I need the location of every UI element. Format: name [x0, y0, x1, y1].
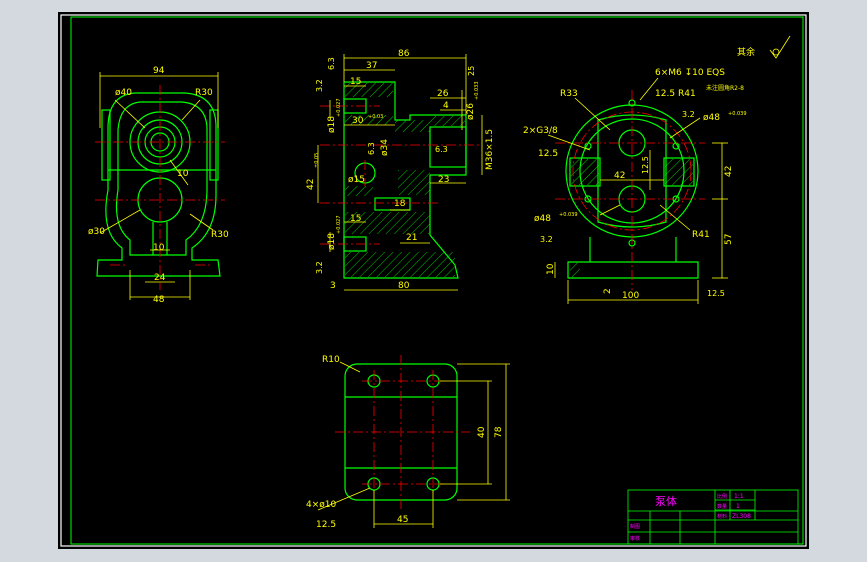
rough-5: 6.3	[367, 142, 376, 155]
dim-40: 40	[477, 426, 487, 438]
note-r41a: R41	[678, 89, 696, 99]
dim-21: 21	[406, 233, 417, 243]
note-tol48b: +0.039	[559, 212, 578, 218]
drawing-number: ZL308	[732, 513, 751, 520]
dim-42h: 42	[614, 171, 625, 181]
note-pipe-rough: 12.5	[538, 149, 558, 159]
tol-26: +0.033	[474, 81, 480, 100]
tol-18a: +0.027	[336, 98, 342, 117]
tol-42: ±0.05	[314, 153, 320, 168]
dim-26: 26	[437, 89, 449, 99]
note-holes: 6×M6 ↧10 EQS	[655, 68, 725, 78]
rough-6: 6.3	[435, 145, 448, 154]
label-scale: 比例	[717, 493, 727, 500]
dim-bore26: ø26	[466, 103, 476, 120]
dim-57: 57	[724, 234, 734, 245]
note-bore48b: ø48	[534, 214, 551, 224]
dim-rough: 12.5	[316, 520, 336, 530]
dim-42: 42	[306, 179, 316, 190]
dim-holes: 4×ø10	[306, 500, 336, 510]
note-r33: R33	[560, 89, 578, 99]
dim-4: 4	[443, 101, 449, 111]
dim-45: 45	[397, 515, 408, 525]
dim-bore40: ø40	[115, 88, 132, 98]
dim-78: 78	[494, 426, 504, 438]
rough-1: 3.2	[315, 79, 324, 92]
remaining-label: 其余	[737, 46, 755, 58]
dim-34: ø34	[380, 139, 390, 156]
rough-2: 6.3	[327, 57, 336, 70]
dim-18: 18	[394, 199, 406, 209]
dim-base24: 24	[154, 273, 166, 283]
dim-15c: 15	[350, 214, 361, 224]
note-tol48a: +0.039	[728, 111, 747, 117]
dim-bore18b: ø18	[327, 233, 337, 250]
dim-15a: 15	[350, 77, 361, 87]
dim-base48: 48	[153, 295, 165, 305]
dim-dia30: ø30	[88, 227, 105, 237]
dim-3: 3	[330, 281, 336, 291]
dim-offset10: 10	[177, 169, 189, 179]
dim-r30-top: R30	[195, 88, 213, 98]
dim-94: 94	[153, 66, 165, 76]
dim-80: 80	[398, 281, 410, 291]
drawing-canvas: 94 ø40 R30 10 ø30 R30 10 24 48 86 37 15 …	[0, 0, 867, 562]
dim-42v: 42	[724, 166, 734, 177]
dim-10: 10	[546, 263, 556, 275]
dim-bore18a: ø18	[327, 116, 337, 133]
note-rough125: 12.5	[655, 89, 675, 99]
note-rough32a: 3.2	[682, 110, 695, 119]
tol-30: +0.03	[368, 114, 383, 120]
label-qty: 数量	[717, 503, 727, 510]
dim-23: 23	[438, 175, 449, 185]
dim-thread: M36×1.5	[485, 129, 495, 170]
dim-86: 86	[398, 49, 410, 59]
qty-value: 1	[736, 503, 740, 510]
unmarked-note: 未注圆角R2-8	[706, 84, 744, 92]
note-rough125c: 12.5	[707, 289, 725, 298]
dim-slot10: 10	[153, 243, 165, 253]
note-bore48a: ø48	[703, 113, 720, 123]
dim-15b: ø15	[348, 175, 365, 185]
label-drafter: 制图	[630, 523, 640, 530]
label-material: 材料	[717, 513, 727, 520]
note-r41b: R41	[692, 230, 710, 240]
note-pipe: 2×G3/8	[523, 126, 558, 136]
dim-37: 37	[366, 61, 377, 71]
part-name: 泵体	[655, 494, 677, 508]
label-reviewer: 审核	[630, 535, 640, 542]
scale-value: 1:1	[734, 493, 744, 500]
dim-2: 2	[603, 288, 613, 294]
rough-4: 25	[467, 66, 476, 76]
dim-r30-low: R30	[211, 230, 229, 240]
note-rough125b: 12.5	[641, 156, 650, 174]
tol-18b: +0.027	[336, 215, 342, 234]
note-rough32b: 3.2	[540, 235, 553, 244]
rough-3: 3.2	[315, 261, 324, 274]
dim-100: 100	[622, 291, 639, 301]
dim-30: 30	[352, 116, 364, 126]
dim-r10: R10	[322, 355, 340, 365]
